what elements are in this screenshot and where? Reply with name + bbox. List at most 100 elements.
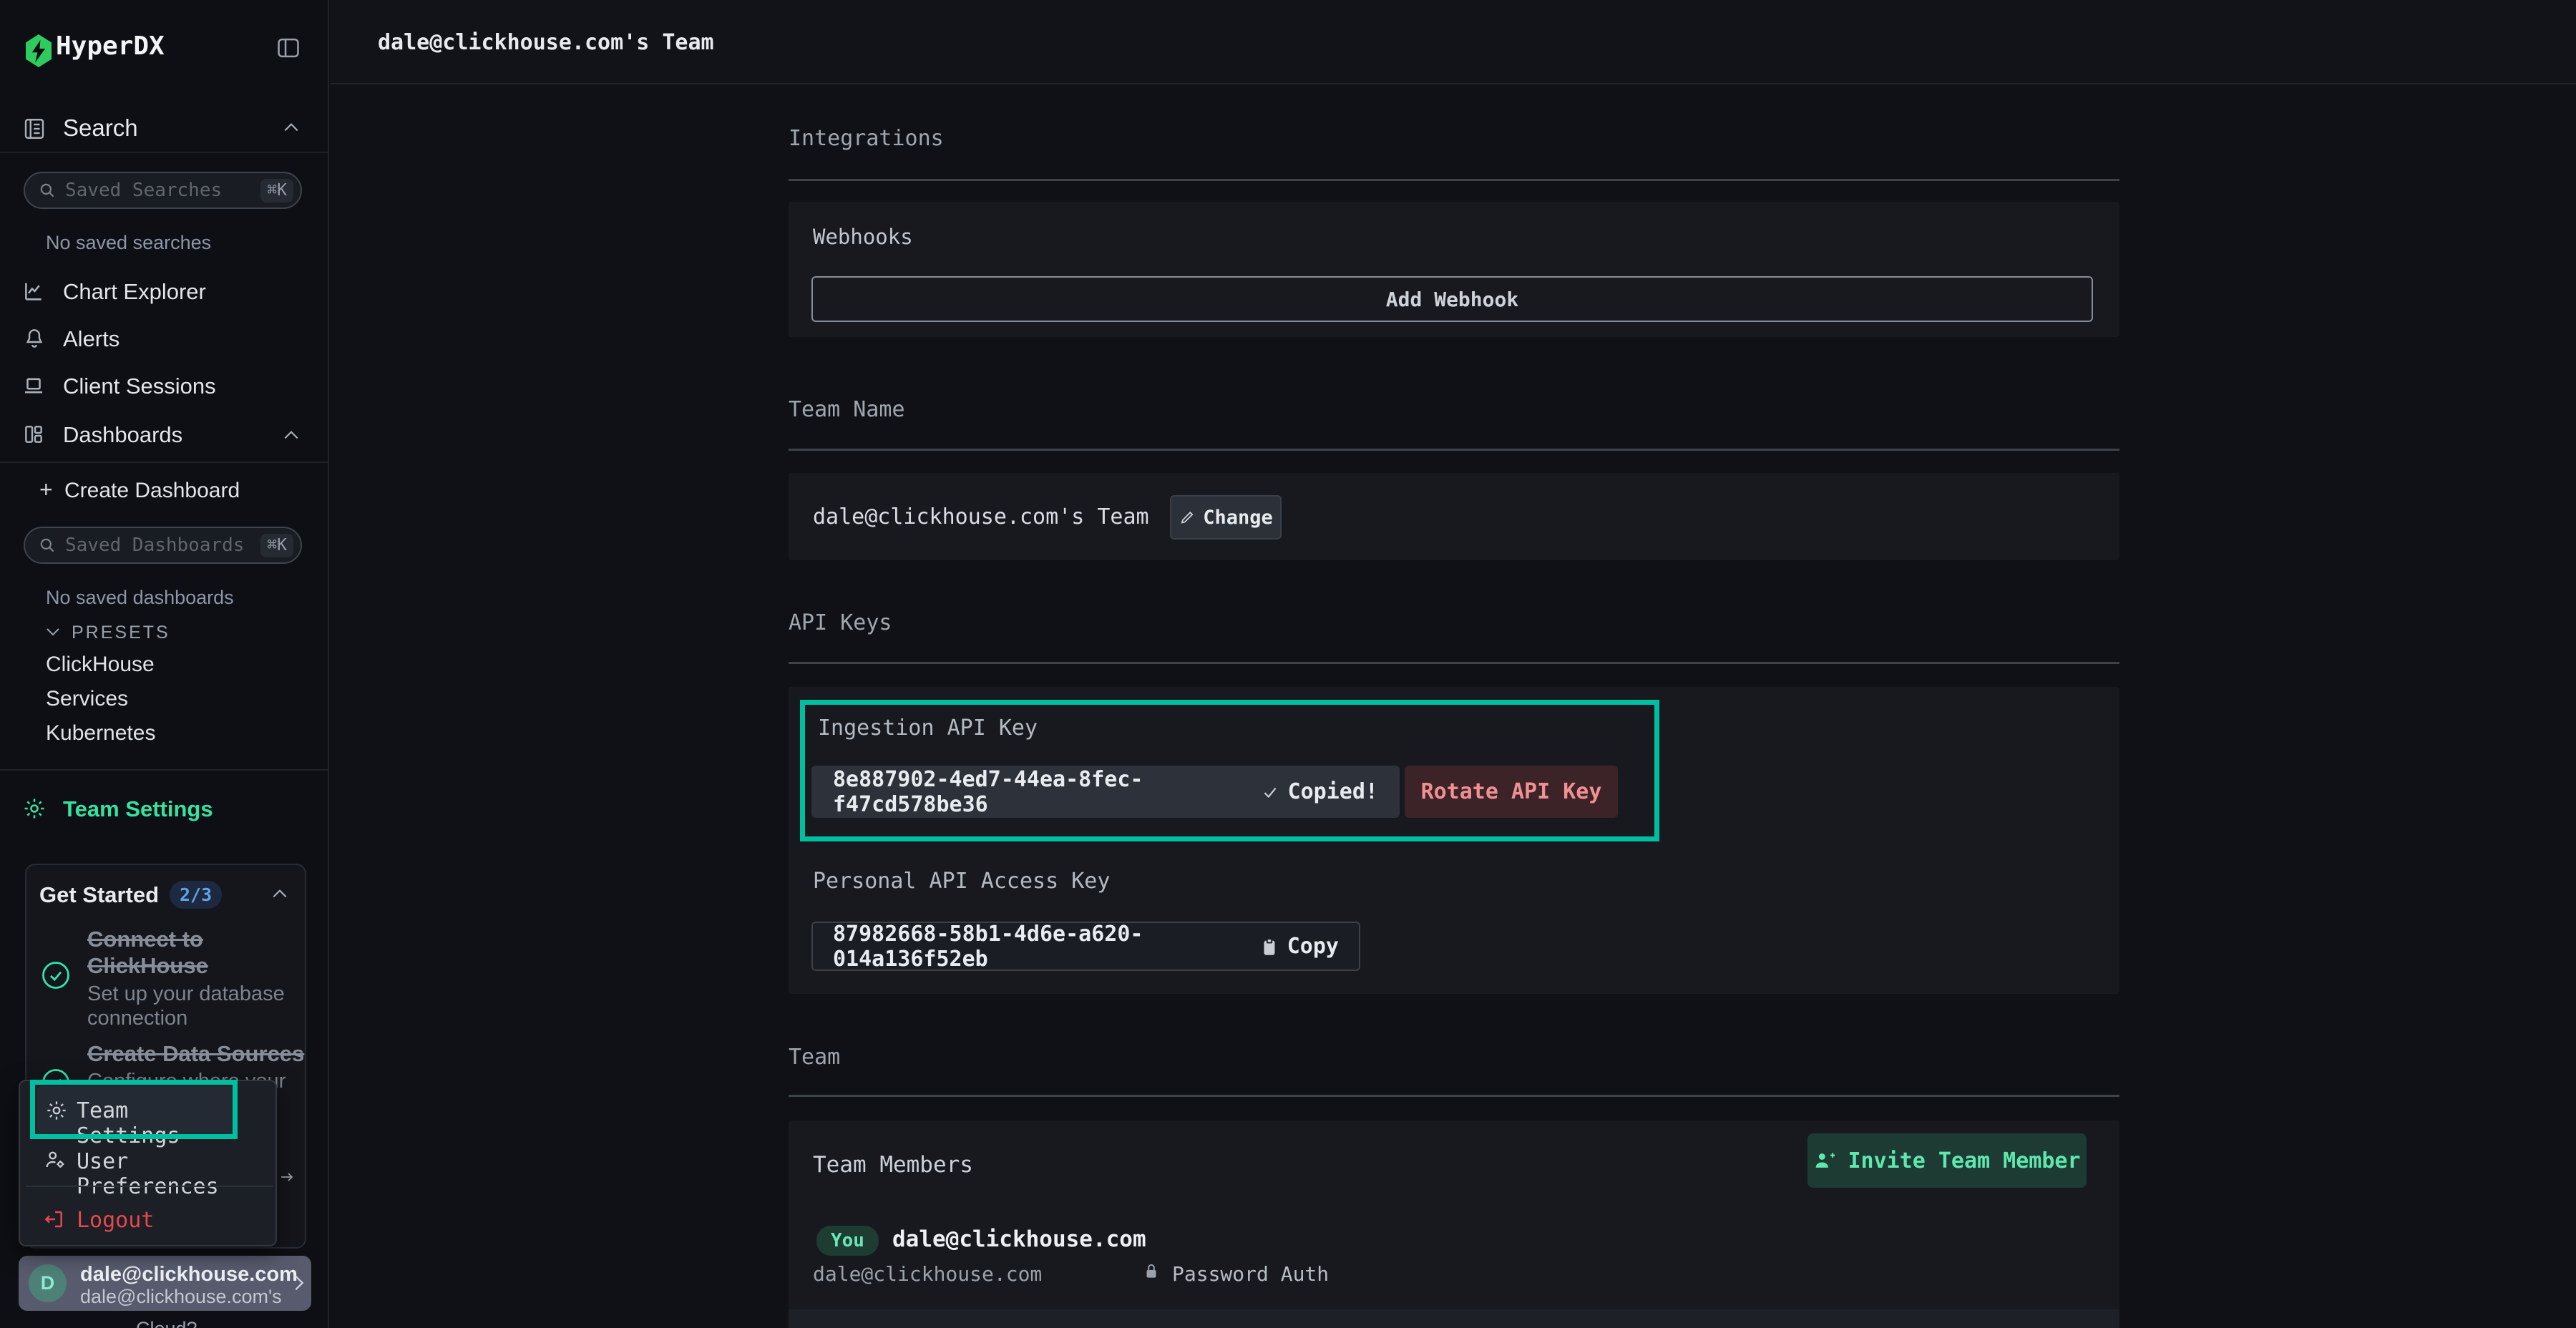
lock-icon [1142,1261,1161,1282]
progress-badge: 2/3 [170,881,222,909]
gear-icon [45,1099,68,1122]
check-circle-icon [41,960,71,990]
team-name-card: dale@clickhouse.com's Team Change [789,473,2119,560]
section-divider [789,449,2119,451]
sidebar-section-search[interactable]: Search [0,113,328,149]
app-title[interactable]: HyperDX [56,31,165,61]
integrations-heading: Integrations [789,126,944,151]
sidebar-item-chart-explorer[interactable]: Chart Explorer [0,276,328,308]
laptop-icon [21,374,46,398]
copy-action[interactable]: Copy [1260,934,1339,959]
menu-item-logout[interactable]: Logout [36,1201,265,1239]
footer-partial-text: Cloud? [136,1318,197,1328]
team-name-value: dale@clickhouse.com's Team [813,504,1149,529]
avatar-initial: D [41,1272,55,1294]
sidebar: HyperDX Search ⌘K No saved searches [0,0,329,1328]
invite-team-member-button[interactable]: Invite Team Member [1807,1133,2087,1188]
search-icon [38,181,57,200]
sidebar-item-services[interactable]: Services [46,687,128,711]
webhooks-card: Webhooks Add Webhook [789,202,2119,337]
avatar: D [29,1264,67,1302]
user-gear-icon [44,1148,67,1171]
hyperdx-app: HyperDX Search ⌘K No saved searches [0,0,2576,1328]
ingestion-key-pill[interactable]: 8e887902-4ed7-44ea-8fec-f47cd578be36 Cop… [811,766,1400,818]
saved-searches-input[interactable]: ⌘K [24,172,302,209]
api-keys-card: Ingestion API Key 8e887902-4ed7-44ea-8fe… [789,687,2119,994]
sidebar-divider [0,152,328,153]
user-menu-popup: Team Settings User Preferences Logout [19,1080,277,1246]
pencil-icon [1179,509,1196,526]
ingestion-key-value: 8e887902-4ed7-44ea-8fec-f47cd578be36 [833,767,1238,817]
webhooks-label: Webhooks [813,225,913,249]
create-dashboard-button[interactable]: + Create Dashboard [0,475,328,505]
sidebar-item-kubernetes[interactable]: Kubernetes [46,721,155,746]
hyperdx-logo-icon[interactable] [21,33,56,70]
presets-label: PRESETS [72,622,170,643]
member-auth-type: Password Auth [1172,1262,1329,1286]
add-webhook-button[interactable]: Add Webhook [811,276,2093,322]
sidebar-item-client-sessions[interactable]: Client Sessions [0,371,328,402]
team-members-label: Team Members [813,1152,973,1178]
member-email: dale@clickhouse.com [892,1226,1146,1252]
chevron-up-icon [282,120,301,135]
page-header: dale@clickhouse.com's Team [331,0,2576,84]
personal-key-pill[interactable]: 87982668-58b1-4d6e-a620-014a136f52eb Cop… [811,922,1360,971]
dashboards-grid-icon [22,422,45,446]
shortcut-badge: ⌘K [260,179,293,202]
team-name-heading: Team Name [789,397,905,422]
check-icon [1261,783,1279,801]
person-plus-icon [1813,1150,1836,1171]
saved-searches-field[interactable] [65,180,260,201]
user-account-card[interactable]: D dale@clickhouse.com dale@clickhouse.co… [19,1256,311,1311]
sidebar-item-clickhouse[interactable]: ClickHouse [46,653,155,677]
step-title: Create Data Sources [87,1040,309,1067]
search-section-label: Search [63,114,138,142]
search-icon [38,536,57,555]
team-heading: Team [789,1045,840,1070]
shortcut-badge: ⌘K [260,534,293,557]
no-saved-dashboards: No saved dashboards [46,587,234,609]
menu-item-label: User Preferences [77,1149,265,1199]
next-row-strip [789,1309,2119,1328]
gear-icon [22,796,47,821]
personal-key-value: 87982668-58b1-4d6e-a620-014a136f52eb [833,922,1239,972]
user-email: dale@clickhouse.com [80,1263,298,1286]
logout-label: Logout [77,1208,154,1233]
collapse-sidebar-icon[interactable] [275,34,302,62]
chevron-down-icon [44,625,62,638]
sidebar-item-dashboards[interactable]: Dashboards [0,419,328,451]
logout-icon [42,1208,65,1231]
search-section-icon [21,116,47,142]
member-email-sub: dale@clickhouse.com [813,1262,1042,1286]
no-saved-searches: No saved searches [46,232,211,254]
sidebar-item-alerts[interactable]: Alerts [0,323,328,355]
saved-dashboards-input[interactable]: ⌘K [24,527,302,564]
plus-icon: + [39,477,53,503]
step-title: Connect to ClickHouse [87,926,298,979]
arrow-right-icon [277,1168,297,1186]
api-keys-heading: API Keys [789,610,892,635]
rotate-api-key-button[interactable]: Rotate API Key [1405,766,1618,818]
saved-dashboards-field[interactable] [65,534,260,556]
bell-icon [23,326,46,350]
menu-item-team-settings[interactable]: Team Settings [36,1086,234,1136]
section-divider [789,1095,2119,1097]
nav-label: Alerts [63,326,119,352]
change-team-name-button[interactable]: Change [1170,495,1282,540]
page-title: dale@clickhouse.com's Team [378,30,714,55]
menu-item-label: Team Settings [77,1098,234,1148]
menu-divider [26,1186,273,1187]
clipboard-icon [1260,936,1279,957]
chart-icon [21,279,46,303]
menu-item-user-preferences[interactable]: User Preferences [36,1143,265,1180]
personal-key-label: Personal API Access Key [813,869,1110,894]
presets-toggle[interactable]: PRESETS [0,620,328,648]
sidebar-item-team-settings[interactable]: Team Settings [0,793,328,826]
create-dashboard-label: Create Dashboard [64,479,240,503]
ingestion-key-label: Ingestion API Key [818,716,1038,741]
get-started-header[interactable]: Get Started 2/3 [26,865,305,915]
copied-label: Copied! [1288,779,1378,804]
chevron-up-icon [282,428,301,442]
get-started-title: Get Started [39,882,159,908]
section-divider [789,179,2119,181]
